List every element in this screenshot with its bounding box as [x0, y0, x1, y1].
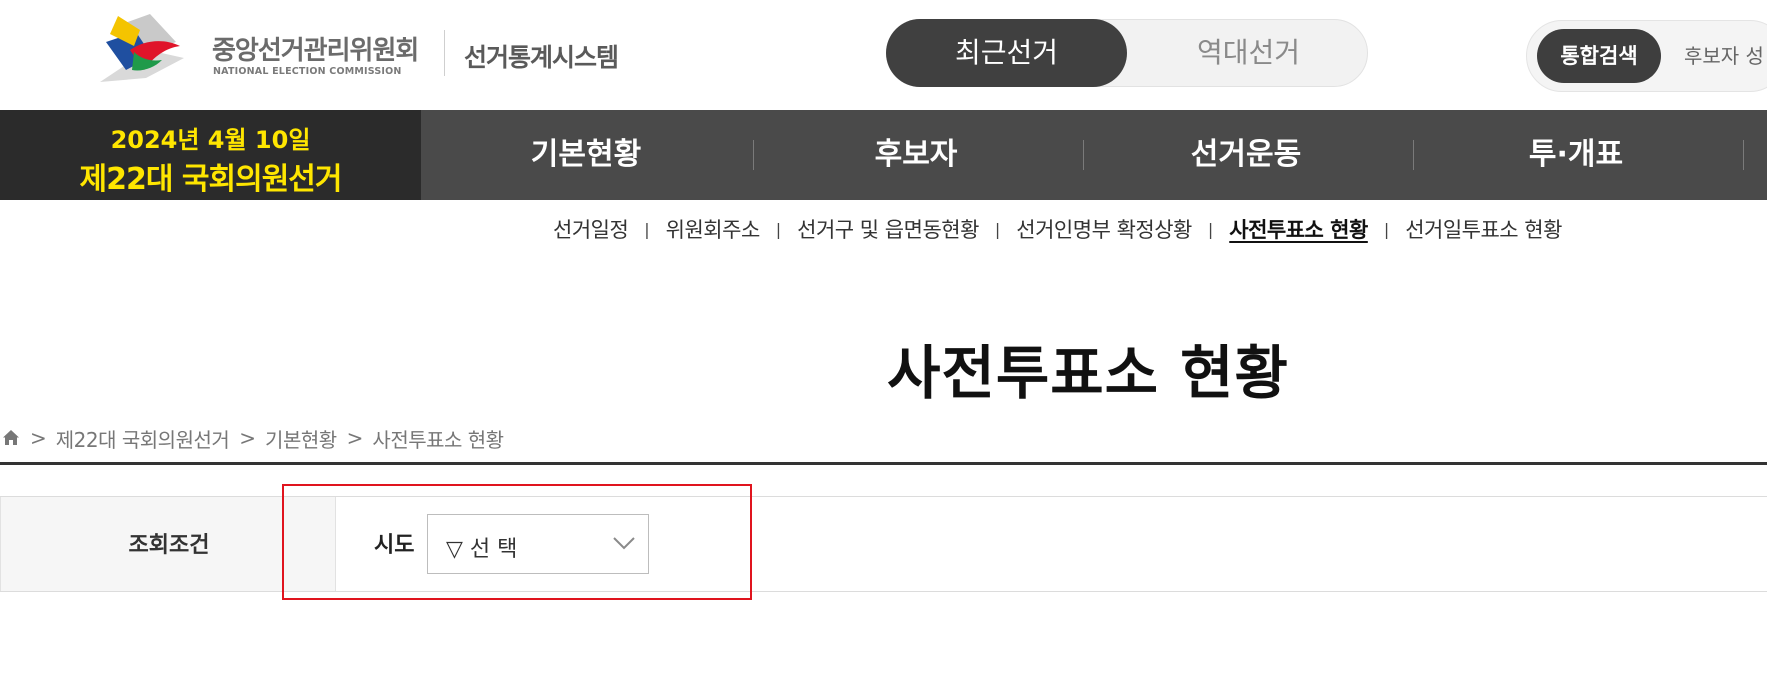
condition-label: 조회조건	[128, 533, 210, 558]
page-title: 사전투표소 현황	[887, 339, 1289, 407]
breadcrumb-separator: >	[239, 426, 257, 450]
nav-voting-counting[interactable]: 투·개표	[1411, 110, 1741, 200]
breadcrumb-basic-status[interactable]: 기본현황	[265, 424, 337, 453]
breadcrumb-election[interactable]: 제22대 국회의원선거	[56, 424, 230, 453]
candidate-search-tab[interactable]: 후보자 성	[1684, 29, 1764, 83]
chevron-down-icon	[613, 537, 635, 550]
org-name-en: NATIONAL ELECTION COMMISSION	[213, 66, 402, 77]
subnav-voter-registry[interactable]: 선거인명부 확정상황	[1016, 214, 1192, 244]
subnav-early-polling-stations[interactable]: 사전투표소 현황	[1229, 214, 1368, 244]
system-title[interactable]: 선거통계시스템	[464, 38, 619, 74]
nav-separator	[1743, 140, 1744, 170]
title-divider	[0, 462, 1767, 465]
subnav-committee-address[interactable]: 위원회주소	[666, 214, 761, 244]
breadcrumb-current: 사전투표소 현황	[372, 427, 504, 452]
sido-select[interactable]: ▽ 선 택	[427, 514, 649, 574]
nec-logo-mark-icon	[100, 14, 184, 82]
nav-candidates[interactable]: 후보자	[751, 110, 1081, 200]
subnav-election-day-polling-stations[interactable]: 선거일투표소 현황	[1405, 214, 1562, 244]
past-elections-button[interactable]: 역대선거	[1128, 19, 1369, 87]
sido-label: 시도	[374, 533, 415, 558]
home-icon[interactable]	[2, 429, 20, 447]
site-header: 중앙선거관리위원회 NATIONAL ELECTION COMMISSION 선…	[0, 0, 1767, 110]
nav-campaign[interactable]: 선거운동	[1081, 110, 1411, 200]
integrated-search-tab[interactable]: 통합검색	[1537, 29, 1661, 83]
org-name-kr: 중앙선거관리위원회	[212, 36, 419, 66]
subnav-separator: |	[1383, 219, 1390, 239]
subnav-separator: |	[1207, 219, 1214, 239]
logo-divider	[444, 30, 445, 76]
subnav-separator: |	[994, 219, 1001, 239]
recent-elections-button[interactable]: 최근선거	[886, 19, 1127, 87]
main-nav: 2024년 4월 10일 제22대 국회의원선거 기본현황 후보자 선거운동 투…	[0, 110, 1767, 200]
election-date: 2024년 4월 10일	[110, 126, 311, 154]
nec-logo[interactable]: 중앙선거관리위원회 NATIONAL ELECTION COMMISSION	[96, 12, 419, 84]
condition-label-cell: 조회조건	[0, 497, 336, 591]
subnav-separator: |	[644, 219, 650, 239]
subnav-separator: |	[775, 219, 782, 239]
nav-basic-status[interactable]: 기본현황	[421, 110, 751, 200]
election-name: 제22대 국회의원선거	[79, 162, 343, 197]
election-badge[interactable]: 2024년 4월 10일 제22대 국회의원선거	[0, 110, 421, 200]
search-tabs: 통합검색 후보자 성	[1526, 20, 1767, 92]
search-condition-panel: 조회조건 시도 ▽ 선 택	[0, 496, 1767, 592]
sub-nav: 선거일정 | 위원회주소 | 선거구 및 읍면동현황 | 선거인명부 확정상황 …	[553, 214, 1562, 244]
election-toggle: 최근선거 역대선거	[886, 19, 1368, 87]
breadcrumb: > 제22대 국회의원선거 > 기본현황 > 사전투표소 현황	[2, 424, 514, 452]
subnav-election-schedule[interactable]: 선거일정	[553, 214, 629, 244]
breadcrumb-separator: >	[346, 426, 364, 450]
sido-selected-value: ▽ 선 택	[446, 537, 518, 562]
breadcrumb-separator: >	[30, 426, 47, 450]
subnav-districts[interactable]: 선거구 및 읍면동현황	[797, 214, 979, 244]
